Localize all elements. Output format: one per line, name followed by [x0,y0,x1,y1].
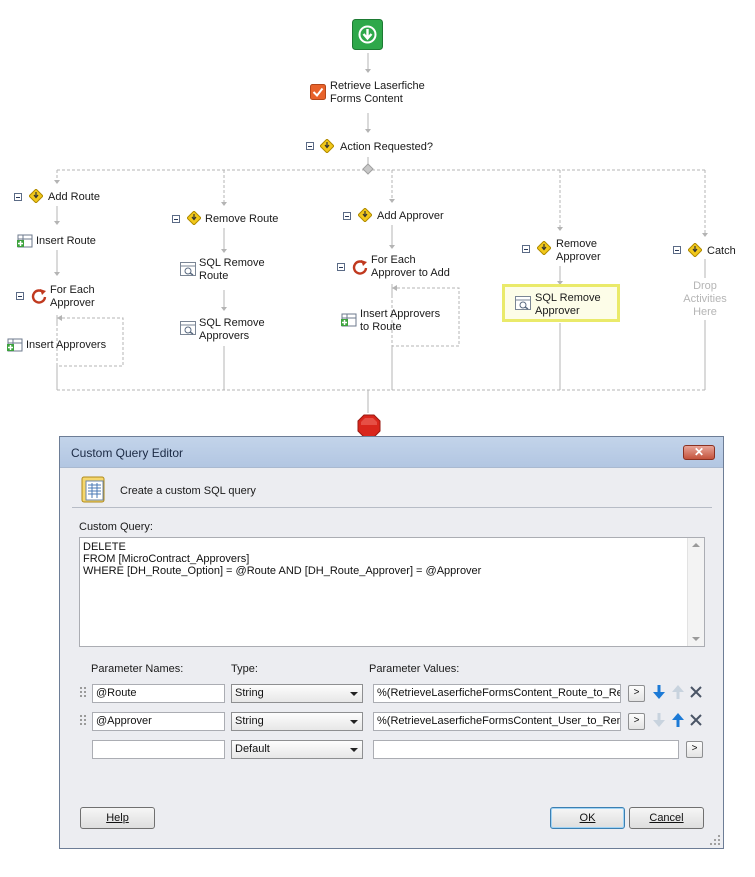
action-requested-decision[interactable]: Action Requested? [340,141,433,154]
insert-token-button[interactable]: > [628,713,645,730]
sql-query-icon [515,295,531,311]
parameter-names-header: Parameter Names: [91,663,184,675]
move-down-icon[interactable] [652,712,666,728]
param-type-select[interactable]: String [231,712,363,731]
retrieve-forms-content-activity[interactable]: Retrieve Laserfiche Forms Content [330,80,425,106]
scroll-up-icon[interactable] [692,543,700,547]
sql-query-icon [180,320,196,336]
param-type-value: String [235,715,264,727]
param-name-input[interactable]: @Route [92,684,225,703]
drag-handle-icon[interactable] [80,687,86,697]
branch-remove-approver[interactable]: Remove Approver [556,238,601,264]
ok-label: OK [579,812,596,824]
collapse-icon[interactable] [16,292,24,300]
decision-diamond-icon [319,138,335,154]
help-button[interactable]: Help [80,807,155,829]
param-name-input[interactable]: @Approver [92,712,225,731]
checkbox-activity-icon [310,84,326,100]
collapse-icon[interactable] [337,263,345,271]
for-each-approver-activity[interactable]: For Each Approver [50,284,95,310]
branch-diamond-icon [186,210,202,226]
cancel-button[interactable]: Cancel [629,807,704,829]
dialog-title: Custom Query Editor [71,446,184,460]
parameter-values-header: Parameter Values: [369,663,460,675]
branch-catch[interactable]: Catch [707,245,736,258]
sql-remove-approvers-activity[interactable]: SQL Remove Approvers [199,317,265,343]
param-type-select[interactable]: String [231,684,363,703]
dialog-titlebar[interactable]: Custom Query Editor ✕ [60,437,723,468]
branch-add-route[interactable]: Add Route [48,191,100,204]
custom-query-editor-dialog: Custom Query Editor ✕ Create a custom SQ… [59,436,724,849]
param-type-value: String [235,687,264,699]
drag-handle-icon[interactable] [80,715,86,725]
branch-remove-route[interactable]: Remove Route [205,213,278,226]
insert-approvers-activity[interactable]: Insert Approvers [26,339,106,352]
collapse-icon[interactable] [343,212,351,220]
help-label: Help [106,812,129,824]
close-button[interactable]: ✕ [683,445,715,460]
param-type-select[interactable]: Default [231,740,363,759]
query-text: DELETE FROM [MicroContract_Approvers] WH… [83,541,482,577]
param-value-input[interactable] [373,740,679,759]
scroll-down-icon[interactable] [692,637,700,641]
ok-button[interactable]: OK [550,807,625,829]
move-up-icon[interactable] [671,712,685,728]
dropdown-arrow-icon [350,720,358,724]
move-down-icon[interactable] [652,684,666,700]
remove-row-icon[interactable] [690,714,702,726]
close-icon: ✕ [693,445,705,459]
branch-diamond-icon [687,242,703,258]
for-each-approver-to-add-activity[interactable]: For Each Approver to Add [371,254,450,280]
for-each-loop-icon [31,288,47,304]
insert-token-button[interactable]: > [628,685,645,702]
collapse-icon[interactable] [673,246,681,254]
sql-remove-route-activity[interactable]: SQL Remove Route [199,257,265,283]
branch-add-approver[interactable]: Add Approver [377,210,444,223]
stop-icon[interactable] [357,414,381,438]
query-editor-icon [78,474,108,504]
param-value-input[interactable]: %(RetrieveLaserficheFormsContent_User_to… [373,712,621,731]
move-up-icon[interactable] [671,684,685,700]
param-type-value: Default [235,743,270,755]
collapse-icon[interactable] [172,215,180,223]
param-name-input[interactable] [92,740,225,759]
custom-query-label: Custom Query: [79,521,153,533]
insert-approvers-to-route-activity[interactable]: Insert Approvers to Route [360,308,440,334]
collapse-icon[interactable] [306,142,314,150]
custom-query-textarea[interactable]: DELETE FROM [MicroContract_Approvers] WH… [79,537,705,647]
remove-row-icon[interactable] [690,686,702,698]
param-value-input[interactable]: %(RetrieveLaserficheFormsContent_Route_t… [373,684,621,703]
dropdown-arrow-icon [350,692,358,696]
branch-diamond-icon [357,207,373,223]
collapse-icon[interactable] [14,193,22,201]
drop-activities-here-placeholder[interactable]: Drop Activities Here [680,280,730,319]
branch-diamond-icon [536,240,552,256]
for-each-loop-icon [352,259,368,275]
insert-route-activity[interactable]: Insert Route [36,235,96,248]
dropdown-arrow-icon [350,748,358,752]
insert-data-icon [17,233,33,249]
insert-token-button[interactable]: > [686,741,703,758]
start-icon[interactable] [352,19,383,50]
query-scrollbar[interactable] [687,538,704,646]
dialog-subtitle: Create a custom SQL query [120,485,256,497]
resize-grip-icon[interactable] [710,835,720,845]
branch-diamond-icon [28,188,44,204]
dialog-header: Create a custom SQL query [72,474,712,508]
sql-remove-approver-activity[interactable]: SQL Remove Approver [535,292,601,318]
collapse-icon[interactable] [522,245,530,253]
sql-query-icon [180,261,196,277]
insert-data-icon [7,337,23,353]
type-header: Type: [231,663,258,675]
cancel-label: Cancel [649,812,684,824]
insert-data-icon [341,312,357,328]
